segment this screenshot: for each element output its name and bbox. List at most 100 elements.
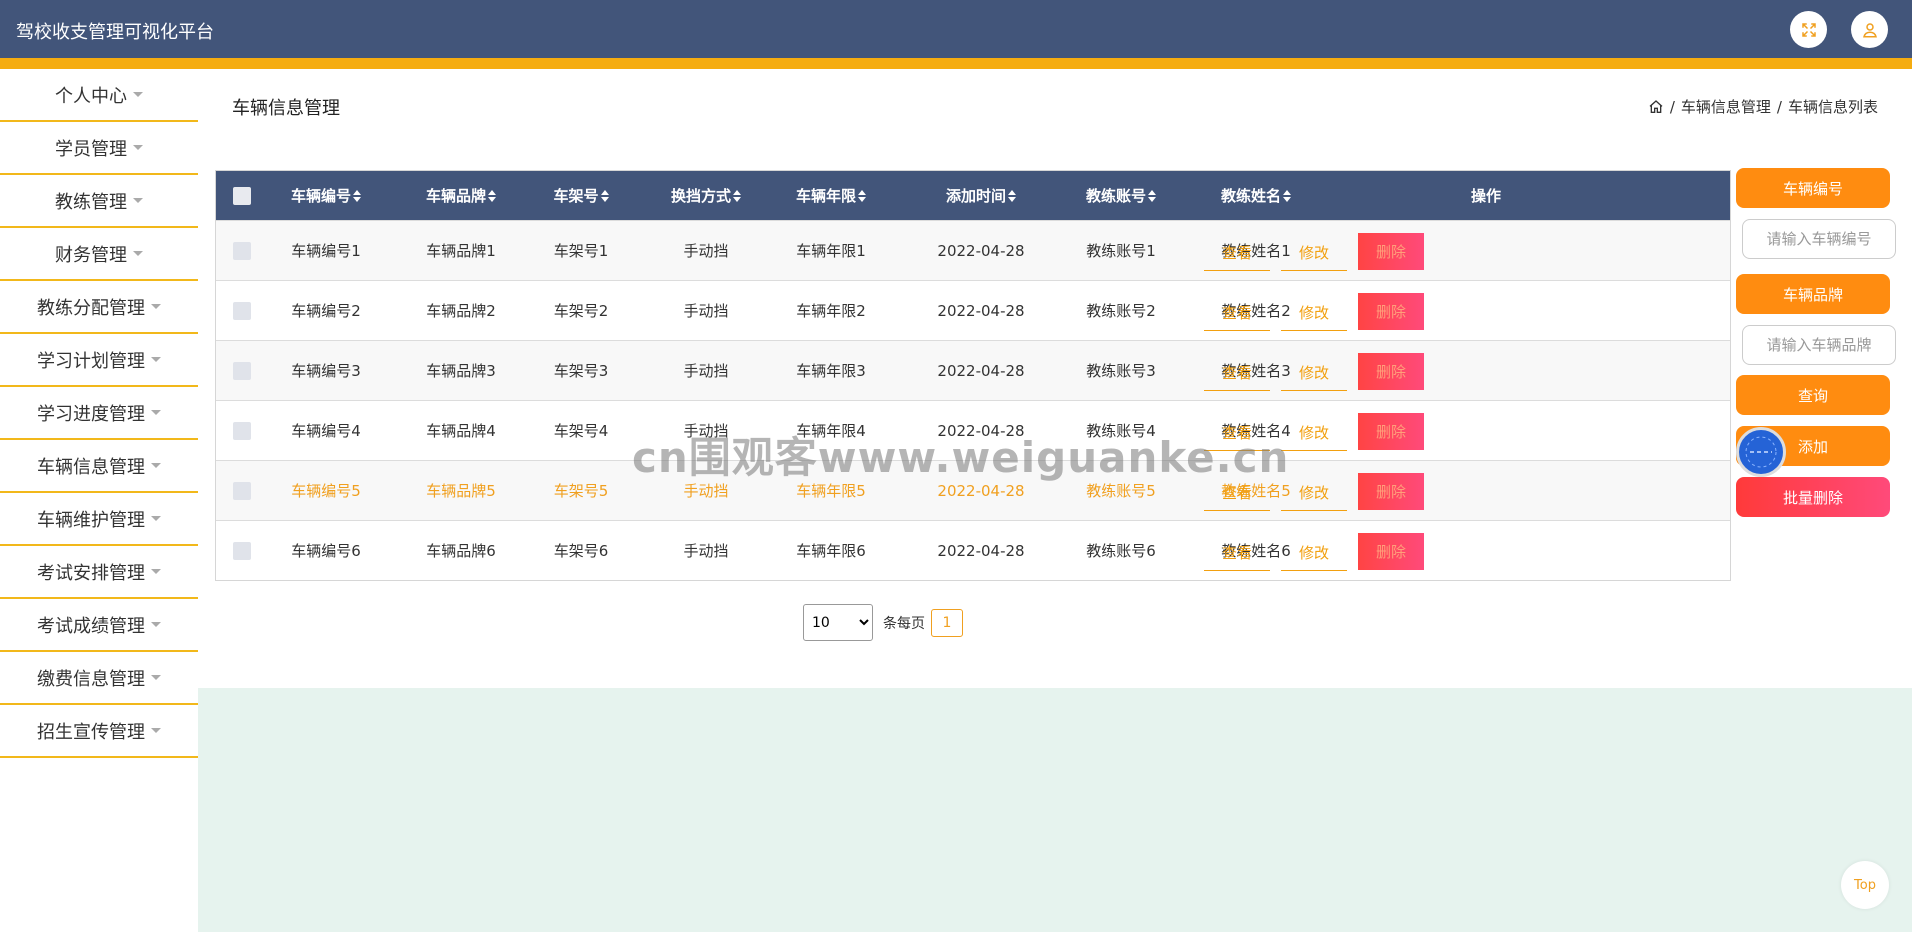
table-cell: 车架号1 — [553, 242, 609, 260]
per-page-label: 条每页 — [883, 615, 925, 632]
row-checkbox[interactable] — [232, 521, 252, 580]
row-checkbox[interactable] — [232, 401, 252, 460]
expand-icon — [1801, 22, 1816, 37]
sidebar-item-admissions[interactable]: 招生宣传管理 — [0, 705, 198, 758]
sidebar-item-students[interactable]: 学员管理 — [0, 122, 198, 175]
vehicle-brand-input[interactable] — [1742, 325, 1896, 365]
chevron-down-icon — [151, 410, 161, 415]
back-to-top-button[interactable]: Top — [1841, 861, 1889, 909]
user-button[interactable] — [1851, 11, 1888, 48]
table-cell: 2022-04-28 — [937, 301, 1025, 320]
table-cell: 车架号6 — [553, 542, 609, 560]
row-checkbox[interactable] — [232, 341, 252, 400]
edit-button[interactable]: 修改 — [1281, 234, 1347, 271]
column-header[interactable]: 车辆品牌 — [411, 171, 511, 220]
column-header[interactable]: 添加时间 — [926, 171, 1036, 220]
table-cell: 教练账号1 — [1086, 242, 1156, 260]
chevron-down-icon — [151, 463, 161, 468]
sidebar-item-coaches[interactable]: 教练管理 — [0, 175, 198, 228]
chevron-down-icon — [151, 622, 161, 627]
sidebar-item-finance[interactable]: 财务管理 — [0, 228, 198, 281]
fullscreen-button[interactable] — [1790, 11, 1827, 48]
delete-button[interactable]: 删除 — [1358, 293, 1424, 330]
chevron-down-icon — [133, 251, 143, 256]
delete-button[interactable]: 删除 — [1358, 353, 1424, 390]
sidebar-item-study-plan[interactable]: 学习计划管理 — [0, 334, 198, 387]
table-cell: 2022-04-28 — [937, 361, 1025, 380]
column-header-actions: 操作 — [1470, 187, 1501, 205]
breadcrumb-separator: / — [1669, 97, 1675, 116]
column-header[interactable]: 教练姓名 — [1206, 171, 1306, 220]
sidebar-item-payments[interactable]: 缴费信息管理 — [0, 652, 198, 705]
sidebar-item-study-progress[interactable]: 学习进度管理 — [0, 387, 198, 440]
column-header[interactable]: 车辆年限 — [776, 171, 886, 220]
table-cell: 手动挡 — [683, 542, 729, 560]
sidebar: 个人中心 学员管理 教练管理 财务管理 教练分配管理 学习计划管理 学习进度管理… — [0, 69, 198, 932]
sidebar-item-coach-assignment[interactable]: 教练分配管理 — [0, 281, 198, 334]
sidebar-item-label: 个人中心 — [55, 85, 127, 107]
table-row: 车辆编号3 车辆品牌3 车架号3 手动挡 车辆年限3 2022-04-28 教练账号3 教练姓… — [216, 340, 1730, 400]
column-header[interactable]: 车架号 — [536, 171, 626, 220]
sidebar-item-personal-center[interactable]: 个人中心 — [0, 69, 198, 122]
edit-button[interactable]: 修改 — [1281, 354, 1347, 391]
chevron-down-icon — [133, 145, 143, 150]
sort-icon — [600, 189, 609, 202]
page-number-button[interactable]: 1 — [931, 608, 963, 637]
sidebar-item-label: 教练分配管理 — [37, 297, 145, 319]
table-cell: 车辆品牌1 — [426, 242, 496, 260]
view-button[interactable]: 查看 — [1204, 234, 1270, 271]
sidebar-item-vehicle-maintenance[interactable]: 车辆维护管理 — [0, 493, 198, 546]
table-cell: 2022-04-28 — [937, 541, 1025, 560]
edit-button[interactable]: 修改 — [1281, 534, 1347, 571]
delete-button[interactable]: 删除 — [1358, 473, 1424, 510]
edit-button[interactable]: 修改 — [1281, 294, 1347, 331]
select-all-checkbox[interactable] — [232, 171, 252, 220]
field-label-vehicle-number: 车辆编号 — [1736, 168, 1890, 208]
sidebar-item-exam-scores[interactable]: 考试成绩管理 — [0, 599, 198, 652]
delete-button[interactable]: 删除 — [1358, 233, 1424, 270]
floating-widget-icon[interactable] — [1736, 427, 1786, 477]
table-cell: 手动挡 — [683, 362, 729, 380]
chevron-down-icon — [151, 569, 161, 574]
row-checkbox[interactable] — [232, 281, 252, 340]
sidebar-item-label: 财务管理 — [55, 244, 127, 266]
edit-button[interactable]: 修改 — [1281, 474, 1347, 511]
column-header[interactable]: 车辆编号 — [276, 171, 376, 220]
view-button[interactable]: 查看 — [1204, 534, 1270, 571]
table-cell: 车辆年限2 — [796, 302, 866, 320]
query-button[interactable]: 查询 — [1736, 375, 1890, 415]
sidebar-item-label: 车辆维护管理 — [37, 509, 145, 531]
breadcrumb-item[interactable]: 车辆信息管理 — [1681, 96, 1771, 117]
sidebar-item-exam-schedule[interactable]: 考试安排管理 — [0, 546, 198, 599]
table-cell: 车辆编号3 — [291, 362, 361, 380]
vehicle-number-input[interactable] — [1742, 219, 1896, 259]
table-cell: 车辆年限6 — [796, 542, 866, 560]
delete-button[interactable]: 删除 — [1358, 533, 1424, 570]
table-cell: 车架号5 — [553, 482, 609, 500]
sidebar-item-label: 学习进度管理 — [37, 403, 145, 425]
page-size-select[interactable]: 10 — [803, 604, 873, 641]
view-button[interactable]: 查看 — [1204, 294, 1270, 331]
table-cell: 教练账号6 — [1086, 542, 1156, 560]
sort-icon — [858, 189, 866, 202]
view-button[interactable]: 查看 — [1204, 354, 1270, 391]
home-icon[interactable] — [1648, 99, 1664, 115]
table-row: 车辆编号2 车辆品牌2 车架号2 手动挡 车辆年限2 2022-04-28 教练账号2 教练姓… — [216, 280, 1730, 340]
table-cell: 车架号2 — [553, 302, 609, 320]
row-checkbox[interactable] — [232, 461, 252, 520]
column-header[interactable]: 教练账号 — [1076, 171, 1166, 220]
table-cell: 车辆品牌5 — [426, 482, 496, 500]
sort-icon — [353, 189, 361, 202]
batch-delete-button[interactable]: 批量删除 — [1736, 477, 1890, 517]
table-cell: 车辆编号5 — [291, 482, 361, 500]
delete-button[interactable]: 删除 — [1358, 413, 1424, 450]
watermark-text: cn围观客www.weiguanke.cn — [632, 433, 1290, 482]
row-checkbox[interactable] — [232, 221, 252, 280]
table-cell: 手动挡 — [683, 242, 729, 260]
chevron-down-icon — [151, 675, 161, 680]
sidebar-item-vehicle-info[interactable]: 车辆信息管理 — [0, 440, 198, 493]
header-accent-strip — [0, 58, 1912, 69]
edit-button[interactable]: 修改 — [1281, 414, 1347, 451]
table-cell: 车辆年限3 — [796, 362, 866, 380]
column-header[interactable]: 换挡方式 — [656, 171, 756, 220]
